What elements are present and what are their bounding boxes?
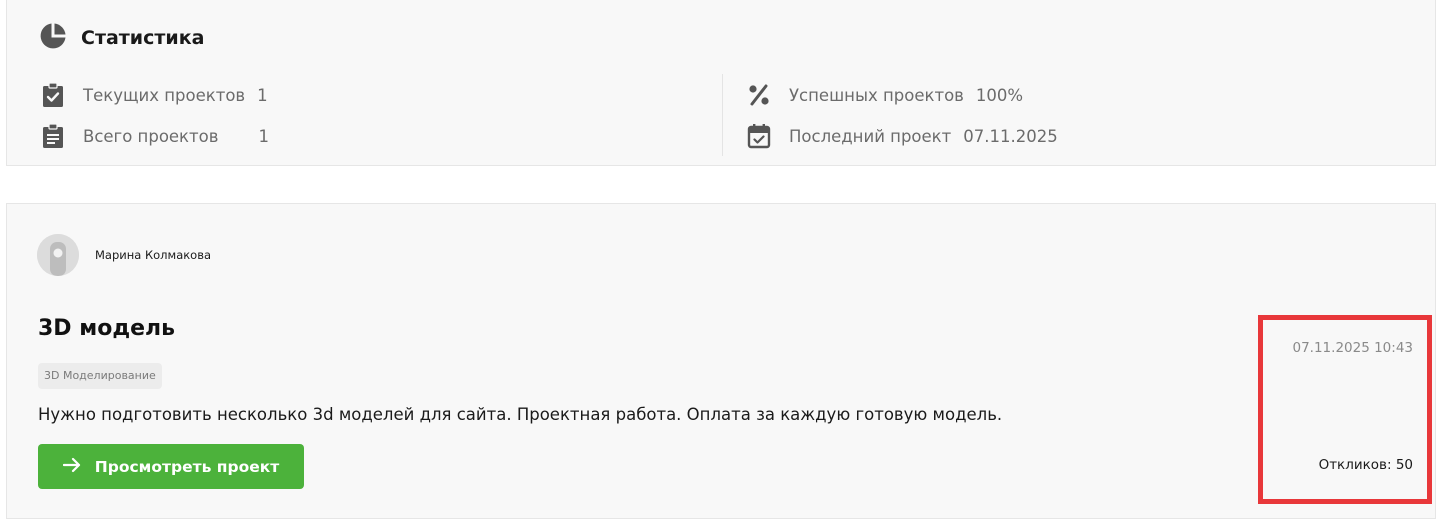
stat-label: Всего проектов	[83, 126, 219, 146]
stats-column-left: Текущих проектов 1 Всего проектов 1	[39, 78, 269, 160]
stat-value: 100%	[975, 85, 1024, 105]
stats-divider	[722, 74, 723, 156]
category-tag: 3D Моделирование	[38, 363, 162, 389]
project-title[interactable]: 3D модель	[38, 316, 175, 341]
view-project-label: Просмотреть проект	[94, 457, 280, 476]
avatar[interactable]	[37, 234, 79, 276]
stat-value: 1	[257, 85, 268, 105]
statistics-panel: Статистика Текущих проектов 1 Всего прое…	[6, 0, 1436, 166]
stat-label: Текущих проектов	[83, 85, 246, 105]
percent-icon	[745, 83, 773, 107]
stat-successful-projects: Успешных проектов 100%	[745, 78, 1058, 112]
view-project-button[interactable]: Просмотреть проект	[38, 444, 304, 489]
posted-date: 07.11.2025 10:43	[1292, 340, 1414, 356]
project-author[interactable]: Марина Колмакова	[37, 234, 211, 276]
highlight-box: 07.11.2025 10:43 Откликов: 50	[1258, 315, 1432, 504]
clipboard-check-icon	[39, 82, 67, 108]
stat-value: 1	[258, 126, 269, 146]
statistics-header: Статистика	[39, 22, 204, 54]
stat-label: Последний проект	[789, 126, 952, 146]
calendar-check-icon	[745, 123, 773, 149]
stat-current-projects: Текущих проектов 1	[39, 78, 269, 112]
stat-last-project: Последний проект 07.11.2025	[745, 119, 1058, 153]
project-card: Марина Колмакова 3D модель 3D Моделирова…	[6, 203, 1436, 519]
pie-chart-icon	[39, 22, 67, 54]
stat-total-projects: Всего проектов 1	[39, 119, 269, 153]
author-name[interactable]: Марина Колмакова	[95, 248, 211, 262]
clipboard-list-icon	[39, 123, 67, 149]
user-placeholder-icon	[37, 234, 79, 276]
statistics-title: Статистика	[81, 27, 205, 49]
stat-value: 07.11.2025	[963, 126, 1058, 146]
project-description: Нужно подготовить несколько 3d моделей д…	[38, 405, 1003, 424]
stats-column-right: Успешных проектов 100% Последний проект …	[745, 78, 1058, 160]
stat-label: Успешных проектов	[789, 85, 964, 105]
arrow-right-icon	[62, 457, 81, 477]
responses-count: Откликов: 50	[1318, 457, 1413, 473]
